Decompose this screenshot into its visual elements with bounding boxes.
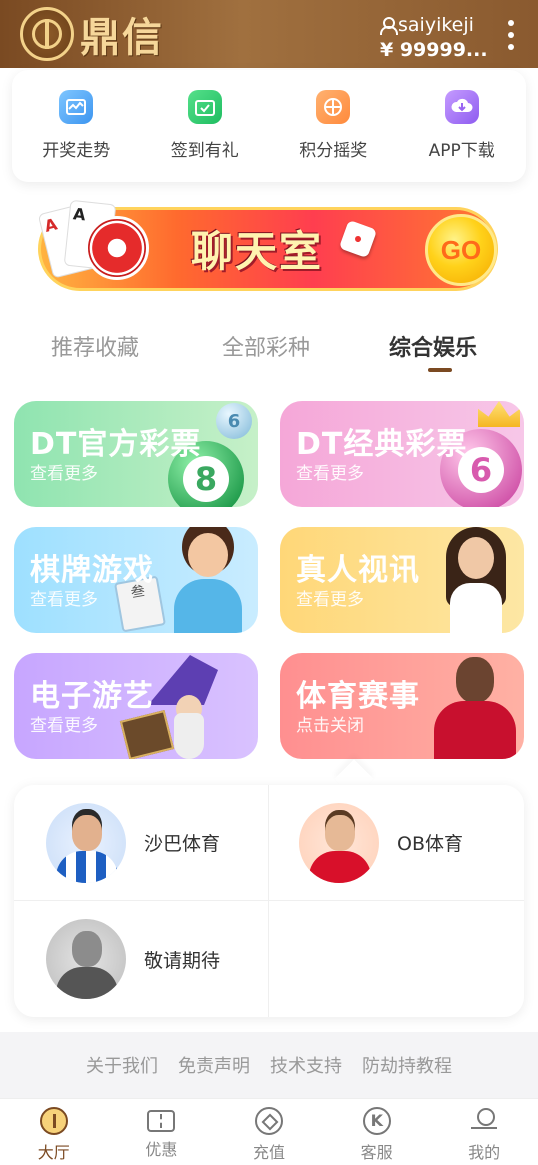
provider-label: OB体育 — [397, 833, 463, 855]
quick-actions-card: 开奖走势 签到有礼 积分摇奖 APP下载 — [12, 70, 526, 182]
quick-action-app-download[interactable]: APP下载 — [398, 70, 527, 182]
brand-name: 鼎信 — [80, 14, 164, 61]
calendar-check-icon — [187, 90, 222, 124]
category-chess-card-games[interactable]: 叁 棋牌游戏 查看更多 — [14, 527, 258, 633]
account-balance: ¥ 99999... — [380, 39, 488, 61]
nav-deposit[interactable]: 充值 — [215, 1099, 323, 1165]
category-subtitle: 查看更多 — [30, 590, 98, 610]
nav-label: 优惠 — [145, 1140, 178, 1159]
avatar — [46, 919, 126, 999]
category-tabs: 推荐收藏 全部彩种 综合娱乐 — [0, 330, 538, 374]
service-icon — [362, 1107, 391, 1135]
category-sports-events[interactable]: 体育赛事 点击关闭 — [280, 653, 524, 759]
trend-chart-icon — [59, 90, 94, 124]
provider-label: 敬请期待 — [144, 949, 221, 972]
cloud-download-icon — [444, 90, 479, 124]
category-title: DT官方彩票 — [30, 427, 202, 462]
sports-provider-saba[interactable]: 沙巴体育 — [14, 785, 269, 901]
quick-action-trend[interactable]: 开奖走势 — [12, 70, 141, 182]
brand-logo: 鼎信 — [20, 5, 164, 63]
user-icon — [380, 17, 398, 35]
nav-lobby[interactable]: 大厅 — [0, 1099, 108, 1165]
lottery-wheel-icon — [316, 90, 351, 124]
username: saiyikeji — [398, 14, 474, 36]
sports-provider-coming-soon: 敬请期待 — [14, 901, 269, 1017]
nav-label: 客服 — [360, 1143, 393, 1162]
sports-provider-panel: 沙巴体育 OB体育 敬请期待 — [14, 785, 524, 1017]
avatar — [299, 802, 379, 883]
category-dt-official-lottery[interactable]: 6 8 DT官方彩票 查看更多 — [14, 401, 258, 507]
bottom-navigation: 大厅 优惠 充值 客服 我的 — [0, 1098, 538, 1165]
category-subtitle: 查看更多 — [30, 464, 98, 484]
nav-label: 大厅 — [37, 1143, 70, 1162]
tab-all-lotteries[interactable]: 全部彩种 — [222, 330, 310, 362]
nav-label: 充值 — [252, 1143, 285, 1162]
category-title: 电子游艺 — [30, 679, 154, 714]
category-title: 棋牌游戏 — [30, 553, 154, 588]
banner-title: 聊天室 — [191, 227, 324, 276]
profile-icon — [470, 1107, 498, 1135]
link-tech-support[interactable]: 技术支持 — [270, 1052, 342, 1078]
go-button[interactable]: GO — [425, 214, 497, 286]
nav-profile[interactable]: 我的 — [430, 1099, 538, 1165]
user-info[interactable]: saiyikeji ¥ 99999... — [380, 14, 488, 61]
quick-action-label: 积分摇奖 — [299, 141, 368, 161]
chat-room-banner[interactable]: A A 聊天室 GO — [37, 199, 498, 291]
nav-promotions[interactable]: 优惠 — [108, 1099, 216, 1165]
category-electronic-games[interactable]: 电子游艺 查看更多 — [14, 653, 258, 759]
crown-icon — [478, 401, 520, 427]
quick-action-signin[interactable]: 签到有礼 — [141, 70, 270, 182]
category-subtitle: 查看更多 — [296, 590, 364, 610]
football-player-illustration — [430, 653, 520, 759]
app-header: 鼎信 saiyikeji ¥ 99999... — [0, 0, 538, 68]
link-disclaimer[interactable]: 免责声明 — [178, 1052, 250, 1078]
coin-icon — [254, 1107, 283, 1135]
quick-action-label: 签到有礼 — [170, 141, 239, 161]
character-illustration — [166, 527, 250, 633]
category-title: 真人视讯 — [296, 553, 420, 588]
category-dt-classic-lottery[interactable]: 6 DT经典彩票 查看更多 — [280, 401, 524, 507]
lottery-ball-icon: 6 — [216, 403, 252, 439]
avatar — [46, 802, 126, 883]
more-menu-icon[interactable] — [503, 20, 519, 50]
category-close-link[interactable]: 点击关闭 — [296, 711, 364, 736]
sports-provider-ob[interactable]: OB体育 — [269, 785, 524, 901]
active-tab-indicator — [428, 368, 452, 372]
empty-cell — [269, 901, 524, 1017]
quick-action-label: 开奖走势 — [42, 141, 111, 161]
logo-emblem-icon — [20, 7, 74, 61]
link-about-us[interactable]: 关于我们 — [86, 1052, 158, 1078]
nav-label: 我的 — [468, 1143, 501, 1162]
category-subtitle: 查看更多 — [296, 464, 364, 484]
category-title: 体育赛事 — [296, 679, 420, 714]
category-title: DT经典彩票 — [296, 427, 468, 462]
category-live-casino[interactable]: 真人视讯 查看更多 — [280, 527, 524, 633]
home-icon — [39, 1107, 68, 1135]
poker-cards-icon: A A — [37, 199, 149, 298]
footer-links: 关于我们 免责声明 技术支持 防劫持教程 — [0, 1032, 538, 1098]
nav-customer-service[interactable]: 客服 — [323, 1099, 431, 1165]
ticket-icon — [147, 1110, 176, 1132]
dealer-illustration — [434, 527, 518, 633]
category-subtitle: 查看更多 — [30, 716, 98, 736]
dice-icon — [338, 219, 378, 259]
provider-label: 沙巴体育 — [144, 833, 221, 855]
link-anti-hijack-tutorial[interactable]: 防劫持教程 — [362, 1052, 452, 1078]
tab-entertainment[interactable]: 综合娱乐 — [389, 330, 477, 362]
quick-action-label: APP下载 — [428, 141, 495, 161]
tab-recommended[interactable]: 推荐收藏 — [51, 330, 139, 362]
quick-action-lottery[interactable]: 积分摇奖 — [269, 70, 398, 182]
